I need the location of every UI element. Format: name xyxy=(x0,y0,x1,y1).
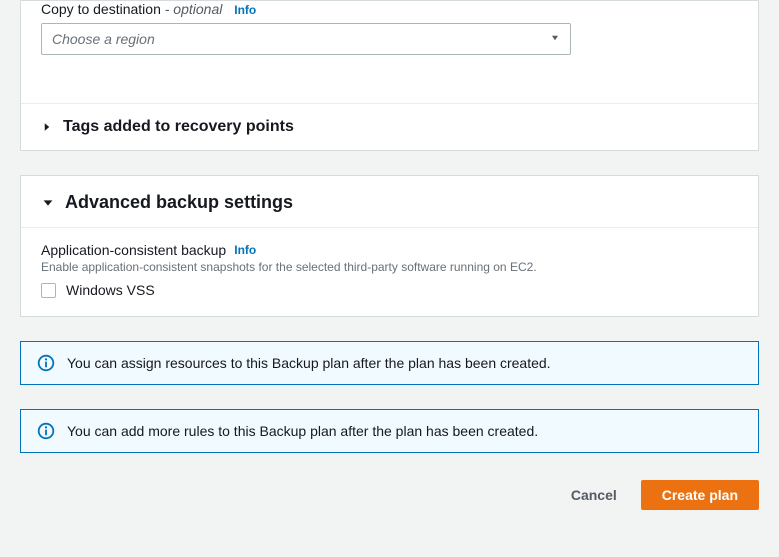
tags-section-title: Tags added to recovery points xyxy=(63,118,294,136)
advanced-settings-header[interactable]: Advanced backup settings xyxy=(21,176,758,228)
windows-vss-label: Windows VSS xyxy=(66,282,155,298)
footer-actions: Cancel Create plan xyxy=(20,477,759,511)
app-consistent-info-link[interactable]: Info xyxy=(234,243,256,257)
caret-down-icon xyxy=(41,196,55,210)
windows-vss-checkbox[interactable] xyxy=(41,283,56,298)
caret-right-icon xyxy=(41,121,53,133)
tags-section-header[interactable]: Tags added to recovery points xyxy=(21,103,758,150)
info-icon xyxy=(37,422,55,440)
copy-destination-label-text: Copy to destination xyxy=(41,1,161,17)
optional-text: - optional xyxy=(165,1,223,17)
app-consistent-help: Enable application-consistent snapshots … xyxy=(41,260,738,274)
info-icon xyxy=(37,354,55,372)
advanced-settings-title: Advanced backup settings xyxy=(65,192,293,213)
assign-resources-alert: You can assign resources to this Backup … xyxy=(20,341,759,385)
copy-destination-info-link[interactable]: Info xyxy=(234,3,256,17)
region-select[interactable]: Choose a region xyxy=(41,23,571,55)
assign-resources-text: You can assign resources to this Backup … xyxy=(67,355,551,371)
add-rules-alert: You can add more rules to this Backup pl… xyxy=(20,409,759,453)
copy-tags-panel: Copy to destination - optional Info Choo… xyxy=(20,0,759,151)
cancel-button[interactable]: Cancel xyxy=(567,479,621,511)
region-select-placeholder: Choose a region xyxy=(41,23,571,55)
advanced-settings-panel: Advanced backup settings Application-con… xyxy=(20,175,759,317)
copy-destination-label: Copy to destination - optional Info xyxy=(41,1,738,17)
add-rules-text: You can add more rules to this Backup pl… xyxy=(67,423,538,439)
app-consistent-label: Application-consistent backup xyxy=(41,242,226,258)
create-plan-button[interactable]: Create plan xyxy=(641,480,759,510)
